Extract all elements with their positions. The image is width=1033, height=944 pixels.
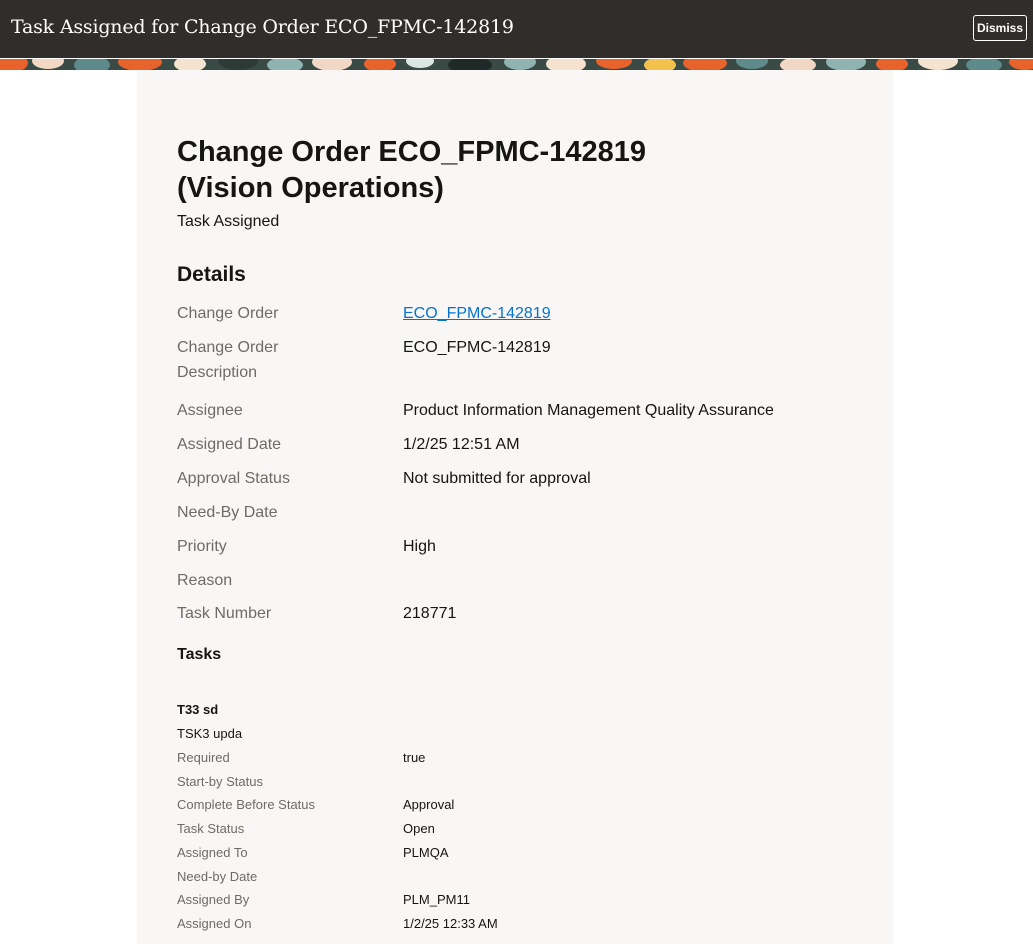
page-subtitle: Task Assigned (177, 213, 280, 230)
task-value-assigned-on: 1/2/25 12:33 AM (403, 916, 498, 931)
task-label-assigned-on: Assigned On (177, 916, 252, 931)
page-title: Change Order ECO_FPMC-142819 (Vision Ope… (177, 134, 777, 206)
banner-pattern-icon (0, 58, 1033, 70)
detail-label-description: Change Order Description (177, 335, 278, 385)
detail-label-task-number: Task Number (177, 605, 272, 622)
detail-value-approval-status: Not submitted for approval (403, 470, 591, 487)
detail-label-priority: Priority (177, 538, 227, 555)
detail-label-approval-status: Approval Status (177, 470, 290, 487)
task-description: TSK3 upda (177, 726, 243, 741)
task-value-assigned-by: PLM_PM11 (403, 892, 470, 907)
task-label-start-by-status: Start-by Status (177, 774, 263, 789)
detail-label-need-by-date: Need-By Date (177, 504, 278, 521)
window-title: Task Assigned for Change Order ECO_FPMC-… (11, 16, 514, 38)
task-label-required: Required (177, 750, 230, 765)
dismiss-button[interactable]: Dismiss (973, 15, 1027, 41)
page-title-line1: Change Order ECO_FPMC-142819 (177, 136, 646, 168)
task-label-need-by-date: Need-by Date (177, 869, 258, 884)
task-value-complete-before-status: Approval (403, 797, 455, 812)
detail-label-assignee: Assignee (177, 402, 243, 419)
task-value-assigned-to: PLMQA (403, 845, 449, 860)
task-name: T33 sd (177, 702, 219, 717)
detail-label-description-line1: Change Order (177, 339, 279, 356)
task-label-task-status: Task Status (177, 821, 245, 836)
task-value-task-status: Open (403, 821, 435, 836)
page-title-line2: (Vision Operations) (177, 172, 444, 204)
detail-value-assignee: Product Information Management Quality A… (403, 402, 774, 419)
tasks-heading: Tasks (177, 646, 222, 663)
detail-value-description: ECO_FPMC-142819 (403, 339, 551, 356)
task-value-required: true (403, 750, 426, 765)
notification-panel: Change Order ECO_FPMC-142819 (Vision Ope… (137, 70, 893, 944)
top-bar: Task Assigned for Change Order ECO_FPMC-… (0, 0, 1033, 58)
details-heading: Details (177, 263, 246, 286)
change-order-link[interactable]: ECO_FPMC-142819 (403, 301, 551, 326)
detail-label-reason: Reason (177, 572, 233, 589)
task-label-assigned-to: Assigned To (177, 845, 248, 860)
decorative-banner (0, 58, 1033, 70)
detail-label-change-order: Change Order (177, 305, 279, 322)
detail-label-assigned-date: Assigned Date (177, 436, 282, 453)
detail-value-task-number: 218771 (403, 605, 457, 622)
detail-label-description-line2: Description (177, 364, 258, 381)
task-label-assigned-by: Assigned By (177, 892, 250, 907)
detail-value-assigned-date: 1/2/25 12:51 AM (403, 436, 520, 453)
task-label-complete-before-status: Complete Before Status (177, 797, 316, 812)
detail-value-priority: High (403, 538, 436, 555)
